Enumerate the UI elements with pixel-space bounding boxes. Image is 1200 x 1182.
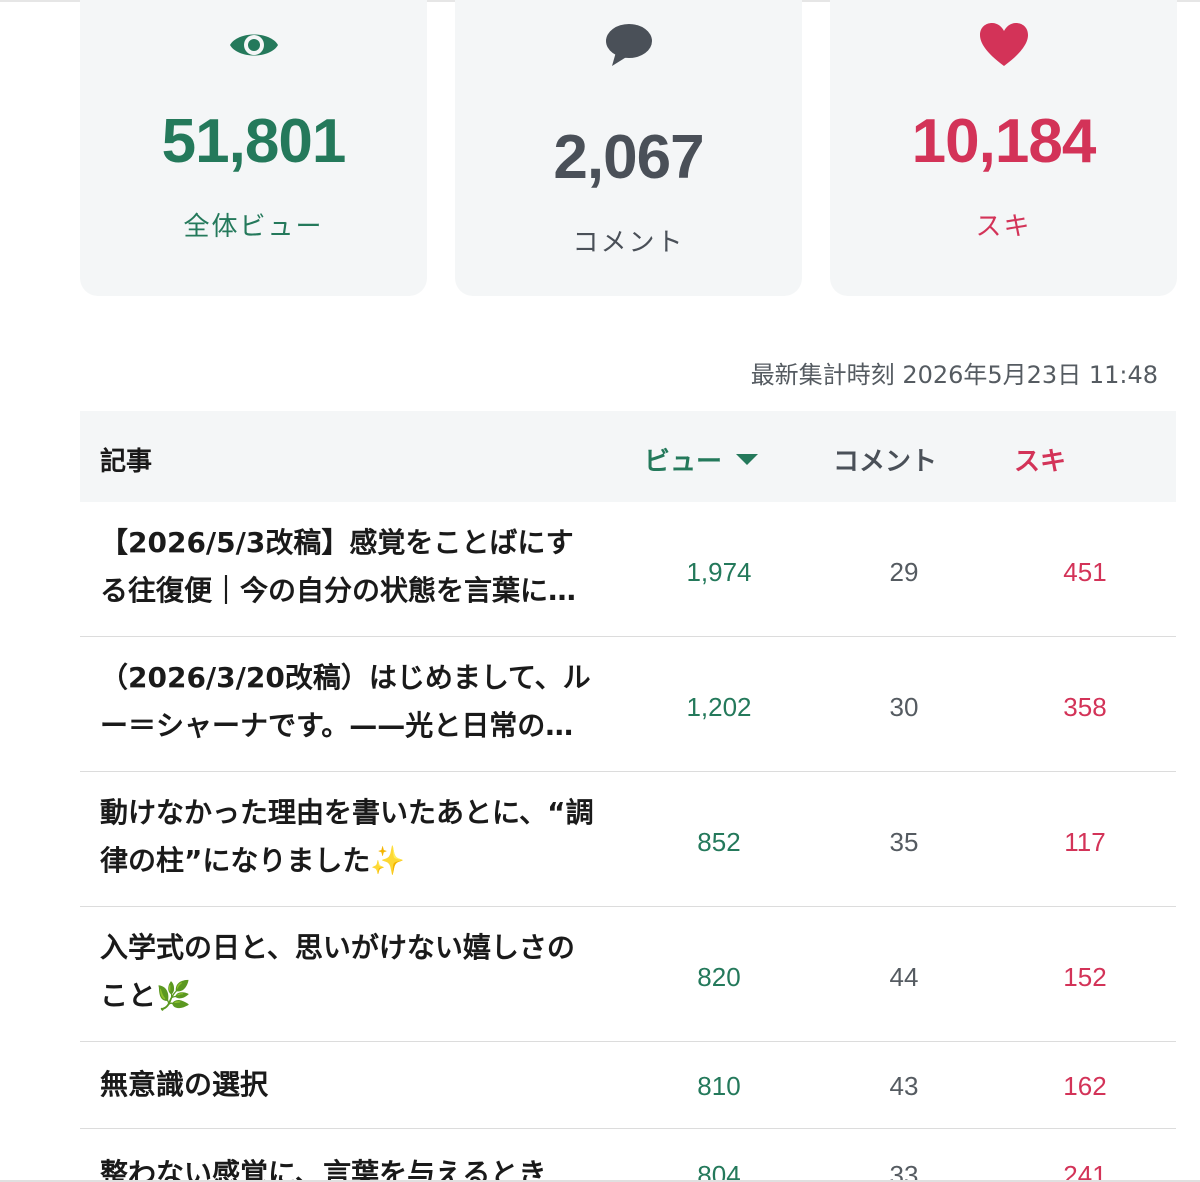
total-likes-value: 10,184 <box>911 107 1097 176</box>
likes-stat-card: 10,184 スキ <box>830 0 1177 296</box>
article-views: 1,974 <box>686 557 752 587</box>
article-title[interactable]: （2026/3/20改稿）はじめまして、ルー＝シャーナです。——光と日常のあいだ… <box>100 654 600 750</box>
article-views: 852 <box>697 827 741 857</box>
total-views-value: 51,801 <box>161 107 347 176</box>
article-likes: 241 <box>1063 1160 1107 1182</box>
article-title[interactable]: 動けなかった理由を書いたあとに、“調律の柱”になりました✨ <box>100 789 600 885</box>
table-row[interactable]: 動けなかった理由を書いたあとに、“調律の柱”になりました✨ 852 35 117 <box>80 772 1176 907</box>
article-title[interactable]: 整わない感覚に、言葉を与えるとき <box>100 1150 600 1182</box>
table-row[interactable]: （2026/3/20改稿）はじめまして、ルー＝シャーナです。——光と日常のあいだ… <box>80 637 1176 772</box>
total-views-label: 全体ビュー <box>183 212 324 242</box>
table-row[interactable]: 整わない感覚に、言葉を与えるとき 804 33 241 <box>80 1129 1176 1182</box>
article-title[interactable]: 【2026/5/3改稿】感覚をことばにする往復便｜今の自分の状態を言葉にしてみる <box>100 519 600 615</box>
article-likes: 117 <box>1064 827 1106 857</box>
total-likes-label: スキ <box>975 212 1032 242</box>
comments-stat-card: 2,067 コメント <box>455 0 802 296</box>
table-row[interactable]: 入学式の日と、思いがけない嬉しさのこと🌿 820 44 152 <box>80 907 1176 1042</box>
stats-page: 51,801 全体ビュー 2,067 コメント 10,184 スキ 最新集計時刻… <box>0 0 1200 1182</box>
article-comments: 30 <box>889 692 919 722</box>
article-likes: 152 <box>1063 962 1107 992</box>
column-header-article: 記事 <box>100 447 153 477</box>
total-comments-label: コメント <box>572 228 685 258</box>
article-views: 820 <box>697 962 741 992</box>
article-comments: 33 <box>889 1160 919 1182</box>
total-comments-value: 2,067 <box>553 123 704 192</box>
last-updated-timestamp: 最新集計時刻 2026年5月23日 11:48 <box>750 361 1158 389</box>
article-likes: 358 <box>1063 692 1107 722</box>
speech-bubble-icon <box>455 22 802 68</box>
eye-icon <box>80 22 427 68</box>
column-header-views-label: ビュー <box>644 447 723 477</box>
articles-table: 記事 ビュー コメント スキ 【2026/5/3改稿】感覚をことばにする往復便｜… <box>80 411 1176 1182</box>
table-row[interactable]: 無意識の選択 810 43 162 <box>80 1042 1176 1129</box>
article-comments: 29 <box>889 557 919 587</box>
article-views: 804 <box>697 1160 741 1182</box>
article-views: 1,202 <box>686 692 752 722</box>
sort-desc-icon <box>736 454 759 465</box>
article-comments: 35 <box>889 827 919 857</box>
article-title[interactable]: 入学式の日と、思いがけない嬉しさのこと🌿 <box>100 924 600 1020</box>
heart-icon <box>830 22 1177 68</box>
column-header-comments[interactable]: コメント <box>833 441 937 478</box>
article-likes: 162 <box>1063 1071 1107 1101</box>
table-row[interactable]: 【2026/5/3改稿】感覚をことばにする往復便｜今の自分の状態を言葉にしてみる… <box>80 502 1176 637</box>
table-header: 記事 ビュー コメント スキ <box>80 411 1176 502</box>
column-header-likes[interactable]: スキ <box>1014 441 1066 478</box>
article-comments: 43 <box>889 1071 919 1101</box>
article-comments: 44 <box>889 962 919 992</box>
column-header-views[interactable]: ビュー <box>644 441 759 478</box>
article-views: 810 <box>697 1071 741 1101</box>
article-title[interactable]: 無意識の選択 <box>100 1061 600 1109</box>
views-stat-card: 51,801 全体ビュー <box>80 0 427 296</box>
article-likes: 451 <box>1063 557 1107 587</box>
